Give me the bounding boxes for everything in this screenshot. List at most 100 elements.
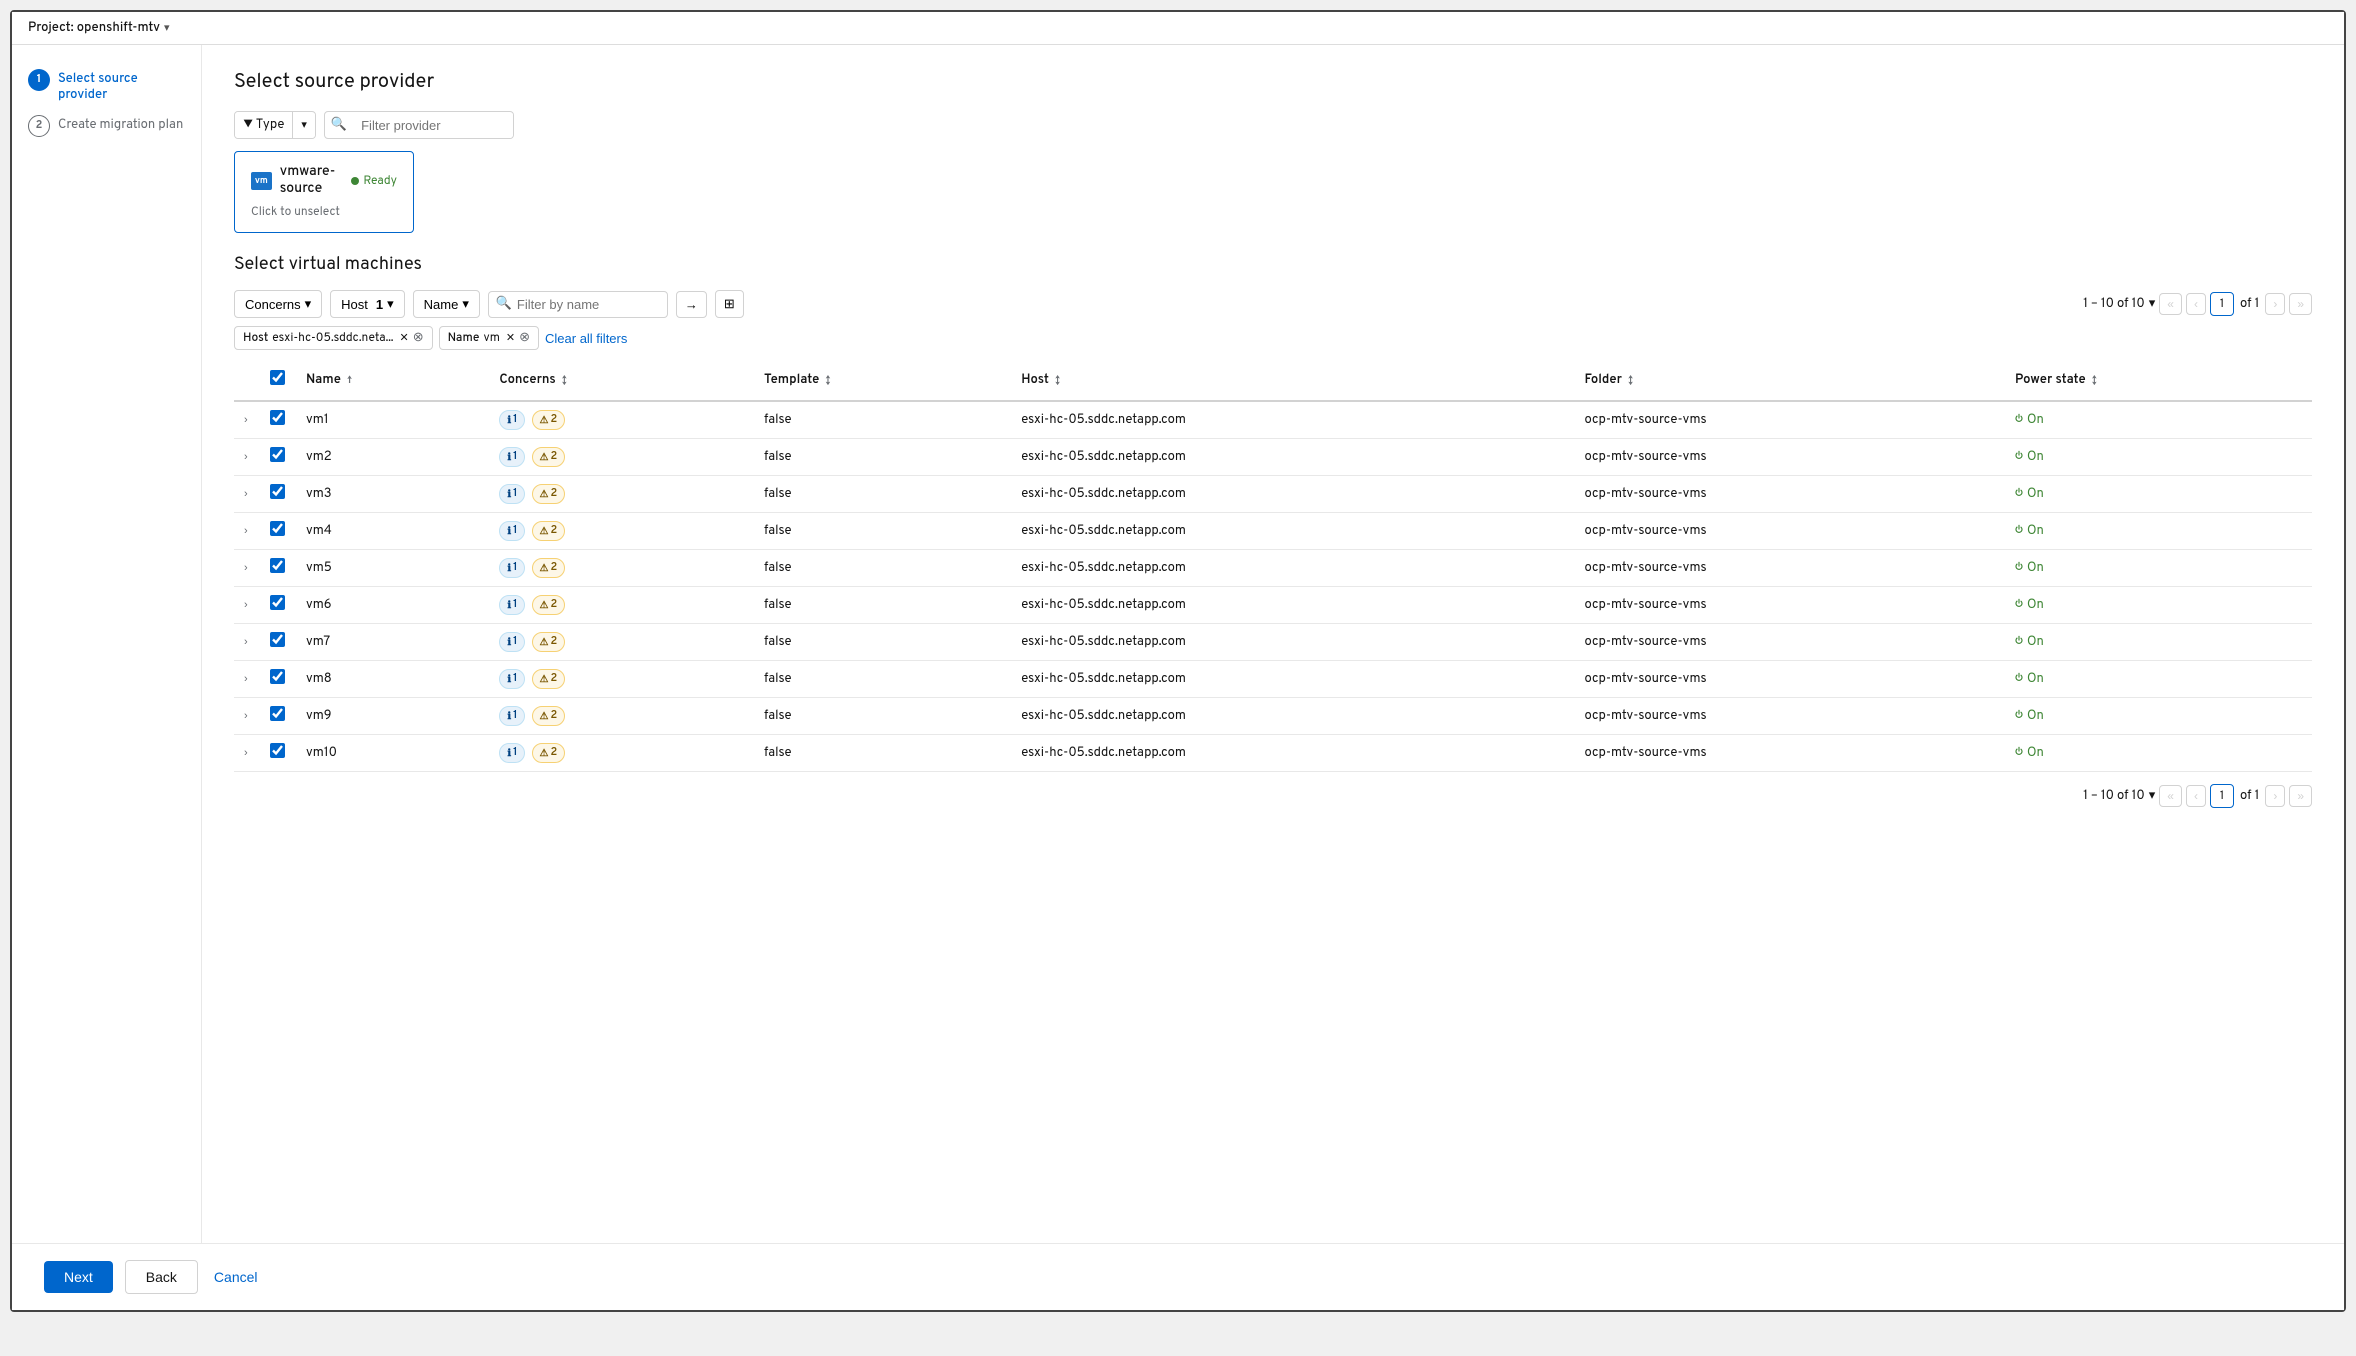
folder-cell-8: ocp-mtv-source-vms <box>1576 698 2006 735</box>
expand-btn-6[interactable]: › <box>242 634 250 650</box>
table-row: › vm4 ℹ 1 ⚠ 2 false esxi-hc-05.sddc.neta… <box>234 513 2312 550</box>
power-sort-icon[interactable]: ↕ <box>2092 374 2097 387</box>
project-dropdown-icon[interactable]: ▾ <box>164 21 170 36</box>
vm-search-input[interactable] <box>488 291 668 318</box>
host-cell-6: esxi-hc-05.sddc.netapp.com <box>1013 624 1576 661</box>
name-tag-label: Name <box>448 330 480 346</box>
table-header-row: Name ↑ Concerns ↕ Template ↕ Host <box>234 360 2312 401</box>
host-tag-clear-icon[interactable]: ⊗ <box>413 330 424 346</box>
expand-btn-2[interactable]: › <box>242 486 250 502</box>
name-filter-btn[interactable]: Name ▾ <box>413 290 480 318</box>
concern-info-badge-2[interactable]: ℹ 1 <box>499 484 525 504</box>
concerns-col-header: Concerns ↕ <box>491 360 756 401</box>
concern-info-badge-6[interactable]: ℹ 1 <box>499 632 525 652</box>
concerns-filter-btn[interactable]: Concerns ▾ <box>234 290 322 318</box>
project-title[interactable]: Project: openshift-mtv <box>28 20 160 36</box>
power-on-indicator-5: ⏻ On <box>2015 597 2304 613</box>
provider-filter-input[interactable] <box>353 113 513 138</box>
vm-search-icon: 🔍 <box>496 296 512 312</box>
expand-btn-4[interactable]: › <box>242 560 250 576</box>
row-checkbox-9[interactable] <box>270 743 285 758</box>
expand-btn-1[interactable]: › <box>242 449 250 465</box>
concern-warn-badge-1[interactable]: ⚠ 2 <box>532 447 566 467</box>
columns-toggle-btn[interactable]: ⊞ <box>715 290 744 318</box>
host-tag-value: esxi-hc-05.sddc.neta... <box>272 330 393 346</box>
pagination-dropdown-top[interactable]: ▾ <box>2149 296 2156 312</box>
next-page-btn-top[interactable]: › <box>2265 293 2285 315</box>
provider-card[interactable]: vm vmware-source Ready Click to unselect <box>234 151 414 233</box>
row-checkbox-1[interactable] <box>270 447 285 462</box>
search-submit-btn[interactable]: → <box>676 291 707 318</box>
concern-info-badge-5[interactable]: ℹ 1 <box>499 595 525 615</box>
provider-filter-input-wrap[interactable]: 🔍 <box>324 111 514 139</box>
expand-btn-8[interactable]: › <box>242 708 250 724</box>
concerns-sort-icon[interactable]: ↕ <box>562 374 567 387</box>
template-cell-5: false <box>756 587 1013 624</box>
first-page-btn-bottom[interactable]: « <box>2159 785 2182 807</box>
concern-info-badge-0[interactable]: ℹ 1 <box>499 410 525 430</box>
expand-btn-7[interactable]: › <box>242 671 250 687</box>
row-checkbox-5[interactable] <box>270 595 285 610</box>
concern-info-badge-9[interactable]: ℹ 1 <box>499 743 525 763</box>
name-filter-tag: Name vm ✕ ⊗ <box>439 326 539 350</box>
clear-all-filters-btn[interactable]: Clear all filters <box>545 331 627 346</box>
type-filter-arrow[interactable]: ▾ <box>293 113 315 138</box>
template-sort-icon[interactable]: ↕ <box>826 374 831 387</box>
host-tag-remove-btn[interactable]: ✕ <box>400 331 409 346</box>
concern-info-badge-8[interactable]: ℹ 1 <box>499 706 525 726</box>
row-checkbox-8[interactable] <box>270 706 285 721</box>
next-button[interactable]: Next <box>44 1261 113 1293</box>
type-filter[interactable]: ▼ Type ▾ <box>234 111 316 139</box>
row-checkbox-2[interactable] <box>270 484 285 499</box>
select-all-checkbox[interactable] <box>270 370 285 385</box>
host-filter-btn[interactable]: Host 1 ▾ <box>330 290 405 318</box>
name-sort-icon[interactable]: ↑ <box>347 374 352 387</box>
pagination-top: 1 – 10 of 10 ▾ « ‹ 1 of 1 › » <box>2083 292 2312 316</box>
concern-warn-badge-0[interactable]: ⚠ 2 <box>532 410 566 430</box>
first-page-btn-top[interactable]: « <box>2159 293 2182 315</box>
vm-search-wrap: 🔍 <box>488 291 668 318</box>
concerns-filter-label: Concerns <box>245 297 301 312</box>
expand-btn-9[interactable]: › <box>242 745 250 761</box>
template-cell-8: false <box>756 698 1013 735</box>
cancel-button[interactable]: Cancel <box>210 1261 262 1293</box>
concern-warn-badge-7[interactable]: ⚠ 2 <box>532 669 566 689</box>
pagination-dropdown-bottom[interactable]: ▾ <box>2149 788 2156 804</box>
row-checkbox-4[interactable] <box>270 558 285 573</box>
folder-sort-icon[interactable]: ↕ <box>1628 374 1633 387</box>
concern-warn-badge-9[interactable]: ⚠ 2 <box>532 743 566 763</box>
concern-warn-badge-4[interactable]: ⚠ 2 <box>532 558 566 578</box>
filter-tags: Host esxi-hc-05.sddc.neta... ✕ ⊗ Name vm… <box>234 326 2312 350</box>
row-checkbox-6[interactable] <box>270 632 285 647</box>
concern-info-badge-1[interactable]: ℹ 1 <box>499 447 525 467</box>
provider-hint: Click to unselect <box>251 204 397 220</box>
concern-info-badge-3[interactable]: ℹ 1 <box>499 521 525 541</box>
concern-warn-badge-8[interactable]: ⚠ 2 <box>532 706 566 726</box>
power-on-indicator-3: ⏻ On <box>2015 523 2304 539</box>
expand-btn-0[interactable]: › <box>242 412 250 428</box>
name-tag-remove-btn[interactable]: ✕ <box>506 331 515 346</box>
last-page-btn-top[interactable]: » <box>2289 293 2312 315</box>
expand-btn-5[interactable]: › <box>242 597 250 613</box>
host-sort-icon[interactable]: ↕ <box>1055 374 1060 387</box>
expand-btn-3[interactable]: › <box>242 523 250 539</box>
name-tag-clear-icon[interactable]: ⊗ <box>519 330 530 346</box>
folder-cell-4: ocp-mtv-source-vms <box>1576 550 2006 587</box>
prev-page-btn-top[interactable]: ‹ <box>2186 293 2206 315</box>
step-1-label[interactable]: Select source provider <box>58 69 185 103</box>
concern-warn-badge-2[interactable]: ⚠ 2 <box>532 484 566 504</box>
concerns-filter-arrow: ▾ <box>305 296 312 312</box>
back-button[interactable]: Back <box>125 1260 198 1294</box>
prev-page-btn-bottom[interactable]: ‹ <box>2186 785 2206 807</box>
concern-warn-badge-5[interactable]: ⚠ 2 <box>532 595 566 615</box>
concern-info-badge-4[interactable]: ℹ 1 <box>499 558 525 578</box>
last-page-btn-bottom[interactable]: » <box>2289 785 2312 807</box>
concern-info-badge-7[interactable]: ℹ 1 <box>499 669 525 689</box>
row-checkbox-7[interactable] <box>270 669 285 684</box>
row-checkbox-3[interactable] <box>270 521 285 536</box>
power-on-indicator-6: ⏻ On <box>2015 634 2304 650</box>
concern-warn-badge-3[interactable]: ⚠ 2 <box>532 521 566 541</box>
row-checkbox-0[interactable] <box>270 410 285 425</box>
next-page-btn-bottom[interactable]: › <box>2265 785 2285 807</box>
concern-warn-badge-6[interactable]: ⚠ 2 <box>532 632 566 652</box>
